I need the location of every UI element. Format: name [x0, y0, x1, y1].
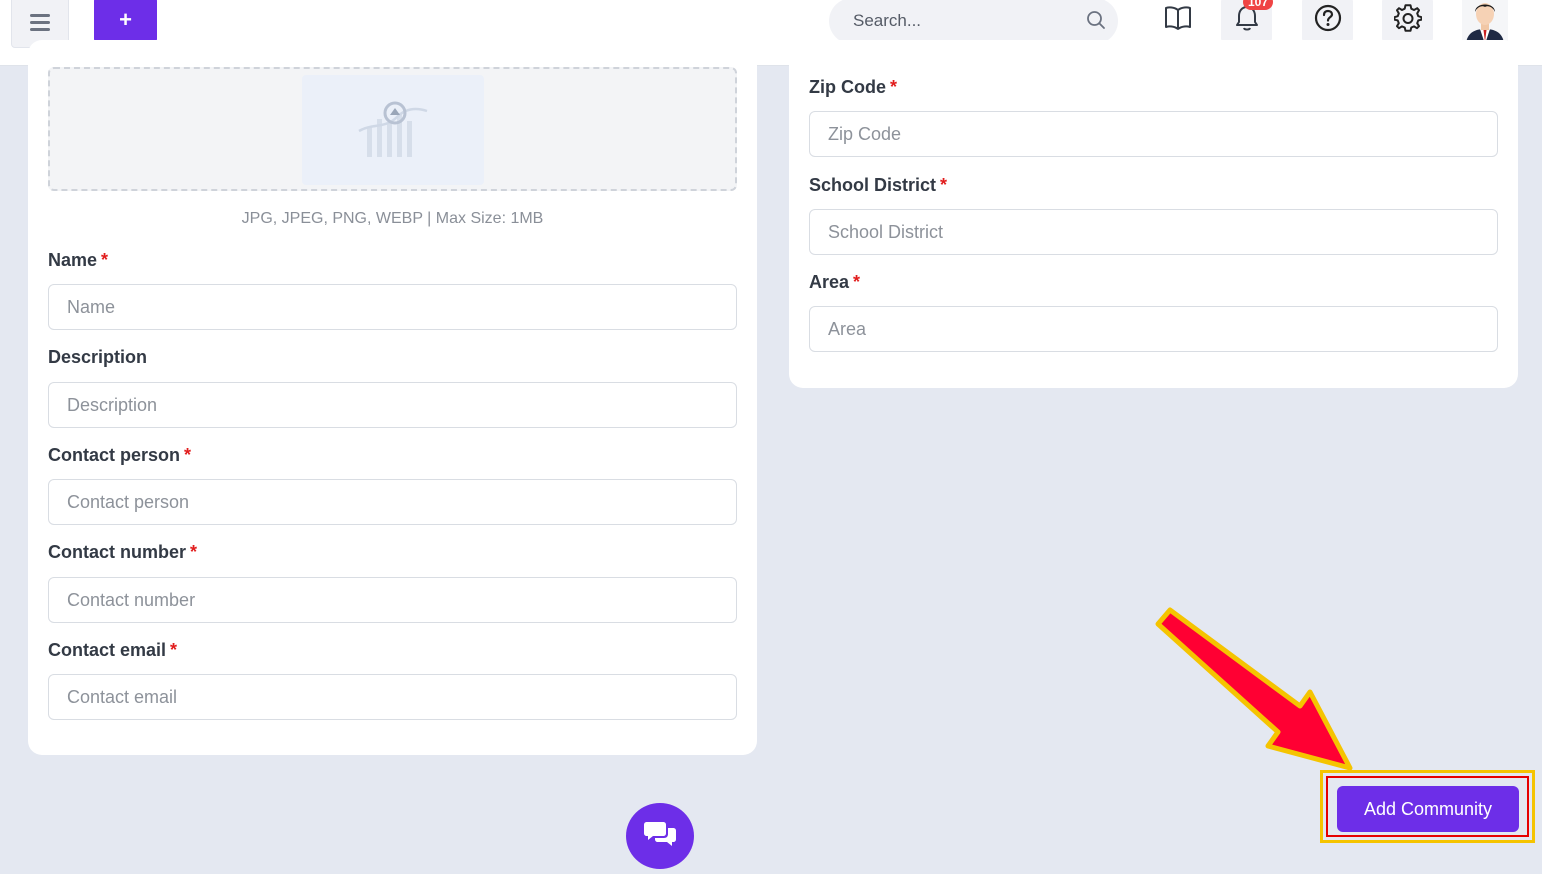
community-details-card: JPG, JPEG, PNG, WEBP | Max Size: 1MB Nam… — [28, 40, 757, 755]
school-district-input[interactable] — [809, 209, 1498, 255]
required-marker: * — [890, 77, 898, 97]
settings-button[interactable] — [1382, 0, 1433, 44]
image-placeholder — [302, 75, 484, 185]
plus-icon: + — [119, 7, 132, 32]
required-marker: * — [184, 445, 192, 465]
description-input[interactable] — [48, 382, 737, 428]
image-placeholder-icon — [353, 93, 433, 168]
help-icon — [1314, 4, 1342, 37]
name-label: Name * — [48, 250, 109, 270]
search-input[interactable] — [853, 8, 1073, 34]
required-marker: * — [853, 272, 861, 292]
add-community-button[interactable]: Add Community — [1337, 786, 1519, 832]
gear-icon — [1393, 3, 1422, 37]
book-icon — [1164, 5, 1192, 36]
contact-number-label: Contact number * — [48, 542, 198, 562]
contact-email-input[interactable] — [48, 674, 737, 720]
area-input[interactable] — [809, 306, 1498, 352]
contact-person-input[interactable] — [48, 479, 737, 525]
required-marker: * — [101, 250, 109, 270]
contact-email-label: Contact email * — [48, 640, 178, 660]
search-box — [829, 0, 1118, 44]
required-marker: * — [940, 175, 948, 195]
upload-hint: JPG, JPEG, PNG, WEBP | Max Size: 1MB — [241, 210, 544, 227]
zip-code-label: Zip Code * — [809, 77, 898, 97]
area-label: Area * — [809, 272, 861, 292]
chat-button[interactable] — [626, 803, 694, 869]
add-button[interactable]: + — [94, 0, 157, 44]
help-button[interactable] — [1302, 0, 1353, 44]
required-marker: * — [170, 640, 178, 660]
notification-badge: 107 — [1243, 0, 1274, 10]
search-icon[interactable] — [1086, 10, 1106, 35]
location-card: Zip Code* School District* Area* — [789, 40, 1518, 388]
image-upload-area[interactable] — [48, 67, 737, 191]
description-label: Description — [48, 347, 148, 367]
contact-number-input[interactable] — [48, 577, 737, 623]
notifications-button[interactable]: 107 — [1221, 0, 1274, 44]
chat-icon — [643, 819, 677, 854]
required-marker: * — [190, 542, 198, 562]
menu-icon-line — [30, 13, 50, 17]
annotation-arrow — [1155, 607, 1353, 771]
contact-person-label: Contact person * — [48, 445, 192, 465]
name-input[interactable] — [48, 284, 737, 330]
school-district-label: School District * — [809, 175, 948, 195]
guide-button[interactable] — [1152, 0, 1203, 44]
avatar[interactable] — [1462, 0, 1508, 44]
menu-icon-line — [30, 27, 50, 31]
zip-code-input[interactable] — [809, 111, 1498, 157]
menu-icon-line — [30, 20, 50, 24]
